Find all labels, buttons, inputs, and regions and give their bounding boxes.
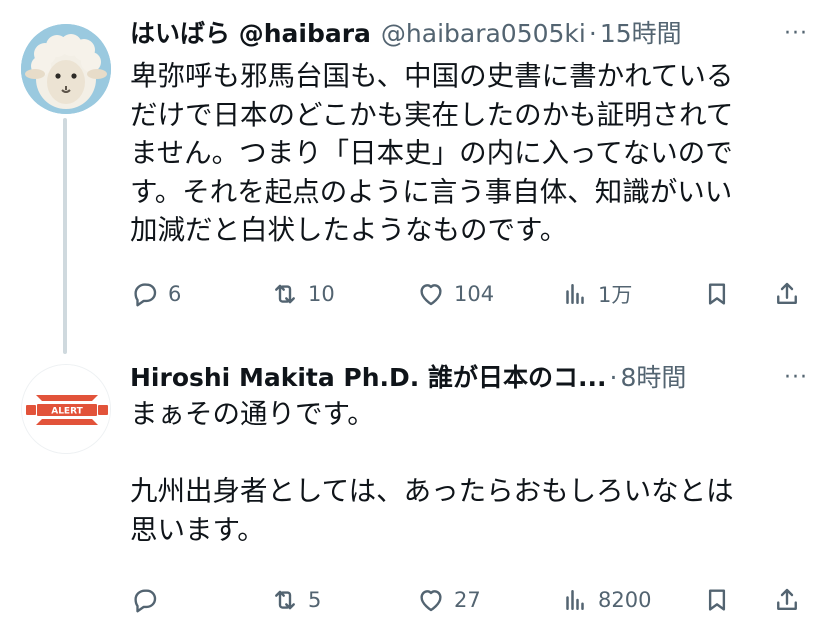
heart-icon (420, 284, 442, 306)
timestamp[interactable]: 8時間 (620, 358, 686, 398)
heart-icon (420, 590, 442, 612)
user-handle[interactable]: @haibara0505ki (381, 14, 586, 54)
tweet-header: Hiroshi Makita Ph.D. 誰が日本のコ... · 8時間 (130, 358, 808, 398)
retweet-icon (275, 590, 295, 610)
svg-text:ALERT: ALERT (51, 407, 83, 417)
reply-button[interactable] (130, 580, 168, 620)
avatar[interactable] (21, 24, 111, 114)
retweet-button[interactable]: 5 (270, 580, 321, 620)
analytics-icon (566, 284, 584, 304)
reply-icon (134, 589, 157, 613)
more-options-icon[interactable]: ··· (778, 358, 808, 398)
more-options-icon[interactable]: ··· (778, 14, 808, 54)
reply-button[interactable]: 6 (130, 274, 181, 314)
share-icon (777, 282, 797, 304)
tweet[interactable]: はいばら @haibara @haibara0505ki · 15時間 ··· … (0, 0, 828, 342)
like-button[interactable]: 27 (416, 580, 481, 620)
tweet[interactable]: ALERT Hiroshi Makita Ph.D. 誰が日本のコ... · 8… (0, 342, 828, 636)
analytics-icon (566, 590, 584, 610)
share-button[interactable] (772, 274, 802, 314)
avatar[interactable]: ALERT (21, 364, 111, 454)
like-count: 27 (454, 588, 481, 612)
views-button[interactable]: 8200 (560, 580, 651, 620)
view-count: 8200 (598, 588, 652, 612)
tweet-text: まぁその通りです。 九州出身者としては、あったらおもしろいなとは 思います。 (130, 398, 734, 546)
like-button[interactable]: 104 (416, 274, 494, 314)
bookmark-button[interactable] (702, 274, 732, 314)
separator-dot: · (609, 363, 618, 392)
view-count: 1万 (598, 283, 633, 307)
like-count: 104 (454, 282, 495, 306)
tweet-text: 卑弥呼も邪馬台国も、中国の史書に書かれている だけで日本のどこかも実在したのかも… (130, 60, 734, 246)
sheep-avatar-icon (21, 24, 111, 114)
display-name[interactable]: Hiroshi Makita Ph.D. 誰が日本のコ... (130, 358, 606, 398)
retweet-count: 10 (308, 282, 335, 306)
alert-avatar-icon: ALERT (22, 365, 110, 453)
bookmark-button[interactable] (702, 580, 732, 620)
tweet-header: はいばら @haibara @haibara0505ki · 15時間 (130, 14, 808, 54)
views-button[interactable]: 1万 (560, 274, 632, 314)
reply-icon (134, 283, 157, 307)
bookmark-icon (708, 283, 726, 305)
share-button[interactable] (772, 580, 802, 620)
separator-dot: · (588, 19, 597, 48)
action-bar: 6 10 104 1万 (130, 274, 810, 314)
timestamp[interactable]: 15時間 (600, 14, 682, 54)
retweet-icon (275, 284, 295, 304)
reply-count: 6 (168, 282, 182, 306)
retweet-button[interactable]: 10 (270, 274, 335, 314)
bookmark-icon (708, 589, 726, 611)
share-icon (777, 588, 797, 610)
display-name[interactable]: はいばら @haibara (130, 14, 371, 54)
action-bar: 5 27 8200 (130, 580, 810, 620)
retweet-count: 5 (308, 588, 322, 612)
